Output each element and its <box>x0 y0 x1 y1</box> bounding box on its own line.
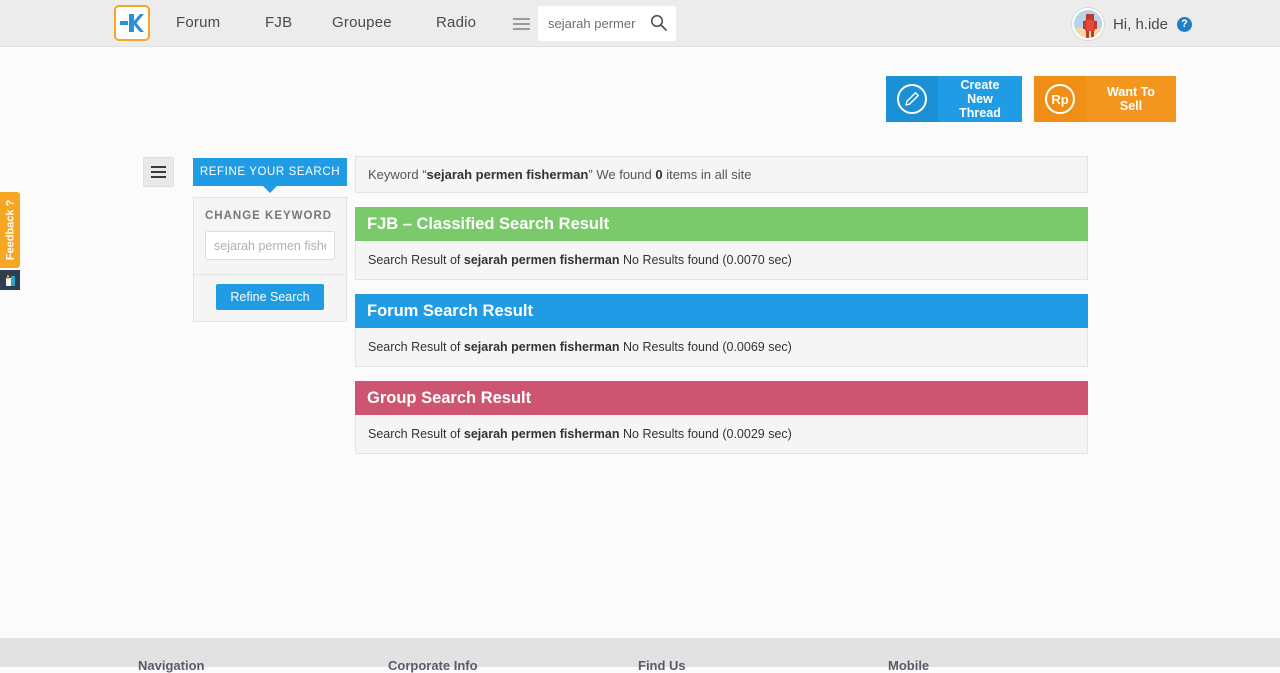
search-results-area: Keyword “sejarah permen fisherman” We fo… <box>355 156 1088 468</box>
search-submit-button[interactable] <box>640 6 676 41</box>
footer-heading-mobile: Mobile <box>888 658 930 673</box>
search-bar <box>504 6 676 41</box>
feedback-widget-icon[interactable] <box>0 270 20 290</box>
action-buttons: Create New Thread Rp Want To Sell <box>886 76 1176 122</box>
search-icon <box>650 14 667 34</box>
body-prefix: Search Result of <box>368 427 464 441</box>
result-block-title: Forum Search Result <box>367 301 533 320</box>
summary-suffix: items in all site <box>662 167 752 182</box>
summary-count: 0 <box>655 167 663 182</box>
change-keyword-label: CHANGE KEYWORD <box>205 210 333 222</box>
summary-prefix: Keyword “ <box>368 167 427 182</box>
user-account-menu[interactable]: Hi, h.ide ? <box>1071 6 1192 42</box>
result-block-fjb: FJB – Classified Search Result Search Re… <box>355 207 1088 280</box>
result-block-body: Search Result of sejarah permen fisherma… <box>355 328 1088 367</box>
nav-item-groupee[interactable]: Groupee <box>332 14 392 31</box>
footer-heading-navigation: Navigation <box>138 658 205 673</box>
change-keyword-input[interactable] <box>205 231 335 260</box>
body-suffix: No Results found (0.0029 sec) <box>619 427 792 441</box>
result-block-body: Search Result of sejarah permen fisherma… <box>355 241 1088 280</box>
result-block-forum: Forum Search Result Search Result of sej… <box>355 294 1088 367</box>
footer-heading-corporate-info: Corporate Info <box>388 658 478 673</box>
kaskus-k-icon <box>120 12 144 34</box>
create-new-thread-button[interactable]: Create New Thread <box>886 76 1022 122</box>
result-block-title: FJB – Classified Search Result <box>367 214 610 233</box>
body-suffix: No Results found (0.0070 sec) <box>619 253 792 267</box>
sidebar-toggle-button[interactable] <box>143 157 174 187</box>
result-block-header: FJB – Classified Search Result <box>355 207 1088 241</box>
create-new-thread-label: Create New Thread <box>959 78 1001 120</box>
refine-search-body: CHANGE KEYWORD Refine Search <box>193 197 347 322</box>
body-prefix: Search Result of <box>368 340 464 354</box>
result-block-group: Group Search Result Search Result of sej… <box>355 381 1088 454</box>
keyword-summary-bar: Keyword “sejarah permen fisherman” We fo… <box>355 156 1088 193</box>
rp-currency-icon: Rp <box>1034 76 1086 122</box>
result-block-body: Search Result of sejarah permen fisherma… <box>355 415 1088 454</box>
feedback-label: Feedback ? <box>4 199 16 261</box>
site-footer: Navigation Corporate Info Find Us Mobile <box>0 640 1280 673</box>
body-keyword: sejarah permen fisherman <box>463 253 620 267</box>
footer-heading-find-us: Find Us <box>638 658 686 673</box>
refine-search-tab-label: REFINE YOUR SEARCH <box>199 166 341 178</box>
refine-search-button[interactable]: Refine Search <box>216 284 324 310</box>
feedback-tab[interactable]: Feedback ? <box>0 192 20 268</box>
body-suffix: No Results found (0.0069 sec) <box>619 340 792 354</box>
want-to-sell-label: Want To Sell <box>1107 85 1155 113</box>
refine-search-panel: REFINE YOUR SEARCH CHANGE KEYWORD Refine… <box>193 158 347 322</box>
result-block-header: Forum Search Result <box>355 294 1088 328</box>
refine-search-tab[interactable]: REFINE YOUR SEARCH <box>193 158 347 186</box>
avatar <box>1071 8 1104 40</box>
want-to-sell-button[interactable]: Rp Want To Sell <box>1034 76 1176 122</box>
summary-keyword: sejarah permen fisherman <box>426 167 589 182</box>
summary-middle: ” We found <box>588 167 656 182</box>
user-greeting: Hi, h.ide <box>1112 15 1168 33</box>
help-icon[interactable]: ? <box>1177 16 1192 32</box>
site-logo[interactable] <box>114 5 150 41</box>
nav-item-fjb[interactable]: FJB <box>265 14 292 31</box>
search-input[interactable] <box>538 16 640 31</box>
search-category-menu-icon[interactable] <box>504 6 538 41</box>
body-keyword: sejarah permen fisherman <box>463 427 620 441</box>
result-block-header: Group Search Result <box>355 381 1088 415</box>
pencil-icon <box>886 76 938 122</box>
body-prefix: Search Result of <box>368 253 464 267</box>
nav-item-forum[interactable]: Forum <box>176 14 220 31</box>
result-block-title: Group Search Result <box>367 388 532 407</box>
caret-down-icon <box>263 186 277 193</box>
top-navigation-bar: Forum FJB Groupee Radio sejarah permer H… <box>0 0 1280 47</box>
nav-item-radio[interactable]: Radio <box>436 14 476 31</box>
body-keyword: sejarah permen fisherman <box>463 340 620 354</box>
